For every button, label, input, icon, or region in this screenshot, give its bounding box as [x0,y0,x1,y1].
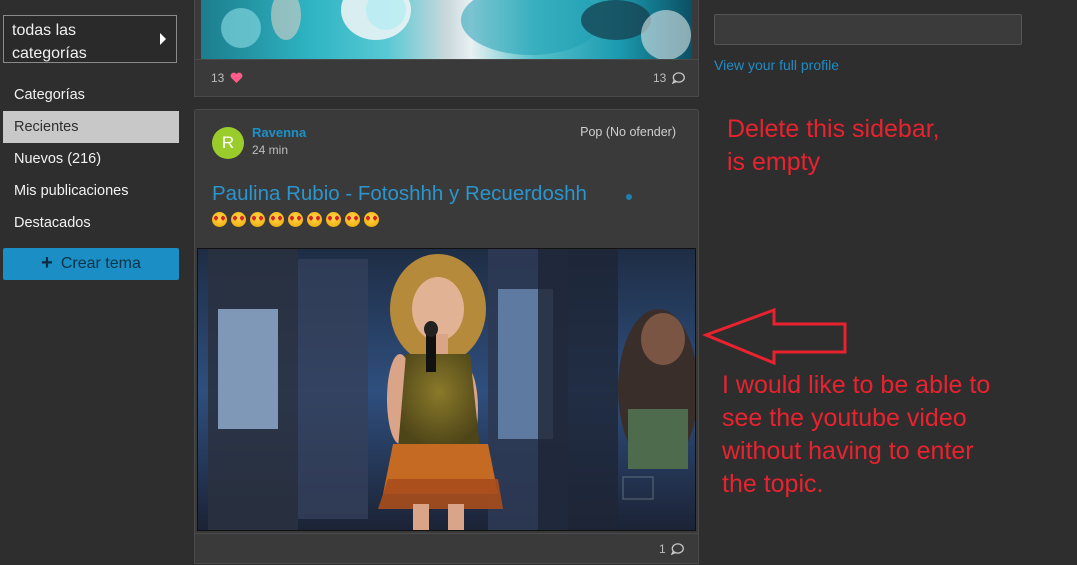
category-label[interactable]: Pop (No ofender) [580,125,676,139]
annotation-sidebar-note: Delete this sidebar, is empty [727,113,940,179]
sidebar-item-recientes[interactable]: Recientes [3,111,179,143]
create-topic-label: Crear tema [60,255,141,272]
annotation-line: without having to enter [722,437,974,465]
heart-eyes-emoji-icon [326,212,341,227]
sidebar-item-categorias[interactable]: Categorías [3,79,179,111]
topic-title[interactable]: Paulina Rubio - Fotoshhh y Recuerdoshh [212,182,587,206]
topic-card-footer: 1 [195,533,698,565]
sidebar-item-mis-publicaciones[interactable]: Mis publicaciones [3,175,179,207]
heart-icon[interactable] [230,72,243,84]
chevron-right-icon [160,33,166,45]
heart-eyes-emoji-icon [288,212,303,227]
avatar[interactable]: R [212,127,244,159]
heart-eyes-emoji-icon [231,212,246,227]
heart-eyes-emoji-icon [345,212,360,227]
topic-card: R Ravenna 24 min Pop (No ofender) Paulin… [194,109,699,564]
heart-eyes-emoji-icon [250,212,265,227]
arrow-left-icon [702,307,847,366]
annotation-line: see the youtube video [722,404,967,432]
annotation-line: the topic. [722,470,824,498]
profile-box [714,14,1022,45]
annotation-line: Delete this sidebar, [727,115,940,143]
topic-card-previous: 13 13 [194,0,699,97]
unread-indicator [626,194,632,200]
view-profile-link[interactable]: View your full profile [714,57,839,73]
heart-eyes-emoji-icon [269,212,284,227]
category-selector[interactable]: todas las categorías [3,15,177,63]
video-thumbnail[interactable] [197,248,696,531]
heart-eyes-emoji-icon [212,212,227,227]
video-frame-image [198,249,695,530]
sidebar-nav: Categorías Recientes Nuevos (216) Mis pu… [3,79,179,239]
emoji-row [212,212,383,232]
post-age: 24 min [252,143,289,157]
heart-eyes-emoji-icon [307,212,322,227]
category-selector-label: todas las categorías [12,22,87,62]
comment-icon [670,543,684,556]
heart-eyes-emoji-icon [364,212,379,227]
annotation-line: I would like to be able to [722,371,991,399]
annotation-video-note: I would like to be able to see the youtu… [722,369,990,501]
annotation-line: is empty [727,148,821,176]
sidebar-item-nuevos[interactable]: Nuevos (216) [3,143,179,175]
plus-icon: + [41,252,53,274]
topic-thumbnail-image[interactable] [201,0,692,59]
likes-count: 13 [211,71,243,85]
topic-card-footer: 13 13 [195,59,698,97]
comment-icon [671,72,685,85]
replies-count: 13 [653,71,685,85]
author-name[interactable]: Ravenna [252,125,306,140]
create-topic-button[interactable]: + Crear tema [3,248,179,280]
replies-count: 1 [659,542,684,556]
sidebar-item-destacados[interactable]: Destacados [3,207,179,239]
